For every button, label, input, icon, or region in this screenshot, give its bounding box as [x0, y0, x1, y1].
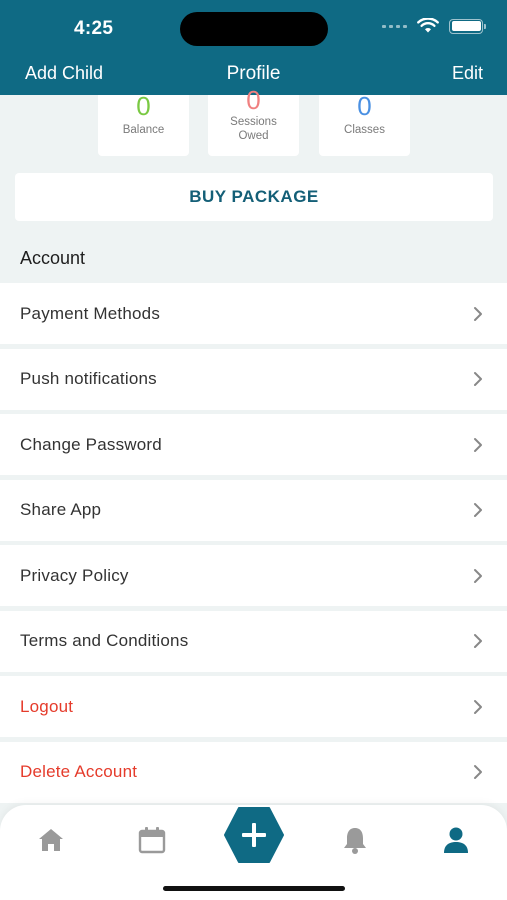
menu-item-push-notifications[interactable]: Push notifications — [0, 348, 507, 410]
status-icons — [382, 18, 486, 34]
chevron-right-icon — [474, 568, 482, 583]
menu-item-delete-account[interactable]: Delete Account — [0, 741, 507, 803]
menu-item-terms-and-conditions[interactable]: Terms and Conditions — [0, 610, 507, 672]
user-icon[interactable] — [441, 825, 471, 855]
signal-icon — [382, 24, 407, 28]
classes-card: 0 Classes — [319, 91, 410, 156]
menu-item-label: Share App — [20, 500, 102, 519]
wifi-icon — [417, 18, 439, 33]
battery-icon — [449, 18, 486, 34]
menu-item-share-app[interactable]: Share App — [0, 479, 507, 541]
buy-package-button[interactable]: BUY PACKAGE — [15, 173, 493, 221]
account-section-title: Account — [20, 248, 86, 268]
balance-label: Balance — [122, 124, 165, 136]
menu-item-label: Change Password — [20, 434, 162, 454]
plus-icon[interactable] — [224, 807, 284, 863]
sessions-owed-label: Sessions Owed — [230, 116, 277, 142]
sessions-owed-card: 0 Sessions Owed — [208, 87, 299, 156]
home-icon[interactable] — [36, 825, 66, 855]
chevron-right-icon — [474, 372, 482, 386]
dynamic-island — [180, 12, 328, 46]
balance-card: 0 Balance — [98, 91, 189, 156]
chevron-right-icon — [474, 306, 482, 321]
classes-label: Classes — [344, 124, 385, 136]
menu-item-label: Logout — [20, 696, 74, 716]
menu-item-label: Terms and Conditions — [20, 631, 189, 650]
menu-item-change-password[interactable]: Change Password — [0, 414, 507, 475]
bell-icon[interactable] — [340, 825, 370, 855]
menu-item-label: Delete Account — [20, 762, 138, 781]
header-bar: 4:25 Add Child Profile Edit — [0, 0, 507, 95]
chevron-right-icon — [474, 765, 482, 779]
calendar-icon[interactable] — [137, 825, 167, 855]
classes-value: 0 — [357, 91, 372, 121]
menu-item-payment-methods[interactable]: Payment Methods — [0, 283, 507, 344]
chevron-right-icon — [474, 503, 482, 517]
menu-item-label: Payment Methods — [20, 303, 161, 323]
chevron-right-icon — [474, 437, 482, 452]
status-time: 4:25 — [74, 18, 114, 39]
menu-item-logout[interactable]: Logout — [0, 676, 507, 737]
page-title: Profile — [226, 63, 281, 84]
menu-item-label: Push notifications — [20, 369, 157, 388]
home-indicator — [163, 886, 345, 891]
edit-button[interactable]: Edit — [452, 63, 483, 84]
menu-item-privacy-policy[interactable]: Privacy Policy — [0, 545, 507, 606]
chevron-right-icon — [474, 634, 482, 648]
account-menu: Payment Methods Push notifications Chang… — [0, 283, 507, 807]
balance-value: 0 — [136, 91, 151, 121]
chevron-right-icon — [474, 699, 482, 714]
sessions-owed-value: 0 — [246, 85, 261, 115]
menu-item-label: Privacy Policy — [20, 565, 129, 585]
